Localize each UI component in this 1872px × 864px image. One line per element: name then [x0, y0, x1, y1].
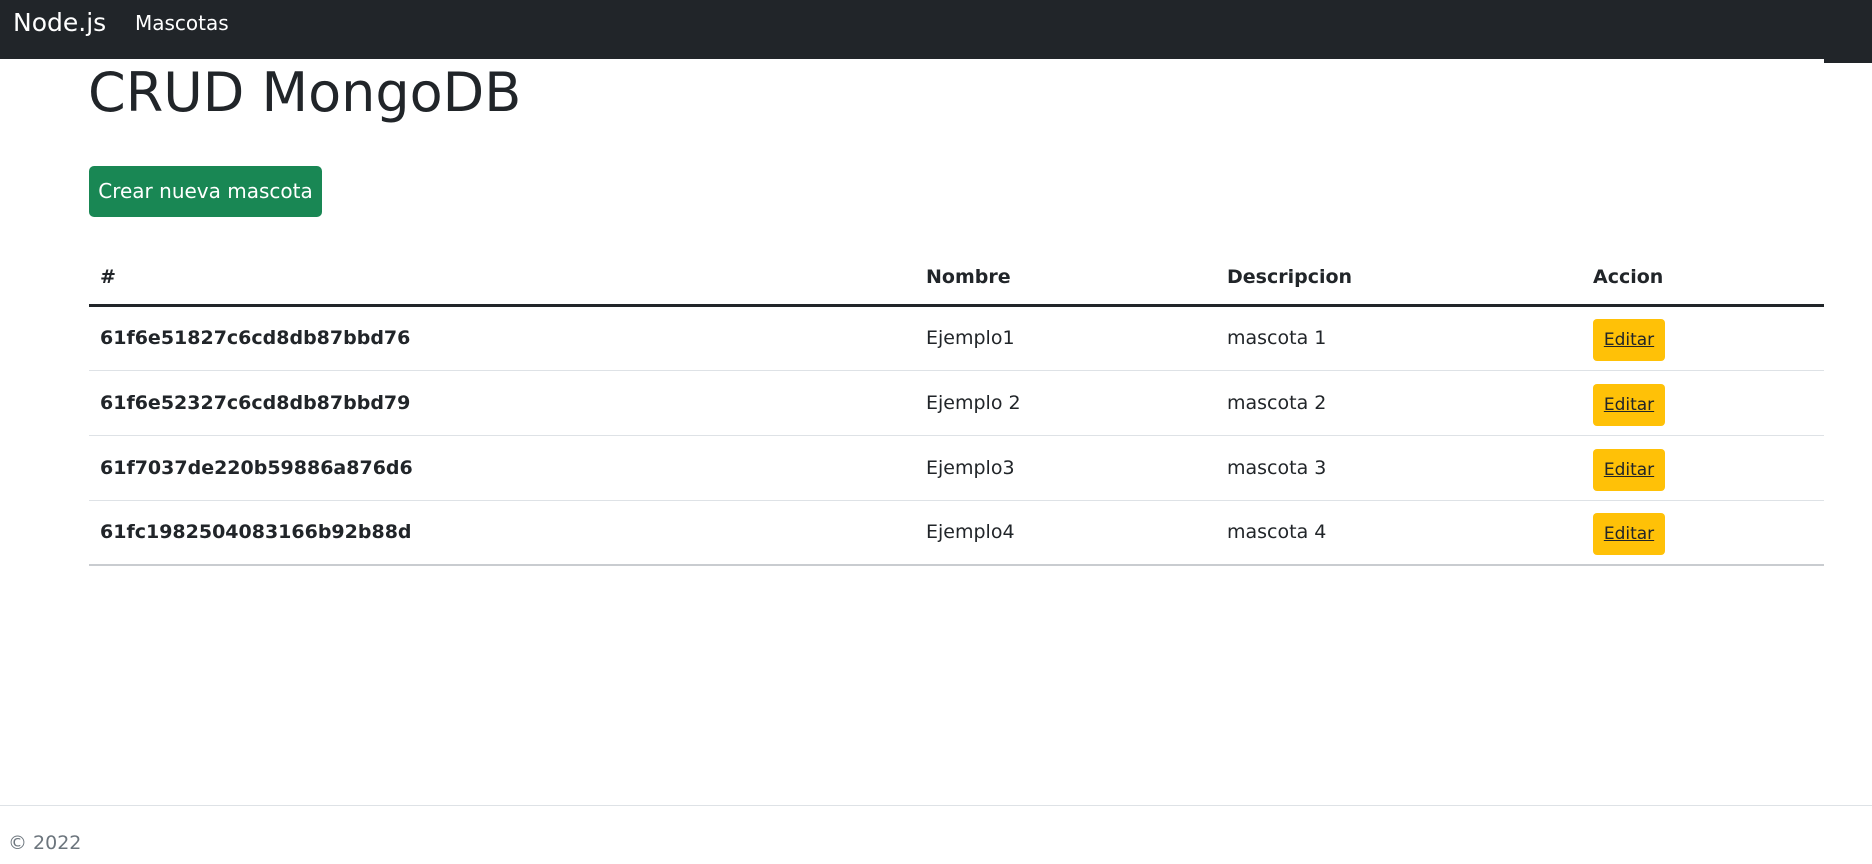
cell-id: 61fc1982504083166b92b88d	[89, 500, 915, 566]
navbar: Node.js Mascotas	[0, 0, 1872, 59]
edit-button[interactable]: Editar	[1593, 448, 1665, 491]
cell-id: 61f6e51827c6cd8db87bbd76	[89, 305, 915, 371]
nav-link-mascotas[interactable]: Mascotas	[135, 9, 229, 37]
cell-accion: Editar	[1582, 305, 1824, 371]
table-row: 61f6e52327c6cd8db87bbd79 Ejemplo 2 masco…	[89, 370, 1824, 436]
edit-button[interactable]: Editar	[1593, 319, 1665, 361]
pets-table-container: # Nombre Descripcion Accion 61f6e51827c6…	[89, 250, 1824, 566]
cell-accion: Editar	[1582, 370, 1824, 436]
cell-descripcion: mascota 4	[1216, 500, 1582, 566]
cell-descripcion: mascota 2	[1216, 370, 1582, 436]
header-nombre: Nombre	[915, 250, 1216, 307]
cell-nombre: Ejemplo3	[915, 435, 1216, 501]
edit-button[interactable]: Editar	[1593, 513, 1665, 556]
pets-table: # Nombre Descripcion Accion 61f6e51827c6…	[89, 250, 1824, 566]
create-pet-button[interactable]: Crear nueva mascota	[89, 166, 322, 217]
page-title: CRUD MongoDB	[88, 61, 522, 124]
navbar-brand-link[interactable]: Node.js	[13, 6, 106, 40]
table-header-row: # Nombre Descripcion Accion	[89, 250, 1824, 307]
cell-id: 61f6e52327c6cd8db87bbd79	[89, 370, 915, 436]
cell-nombre: Ejemplo 2	[915, 370, 1216, 436]
footer-divider	[0, 805, 1872, 806]
header-id: #	[89, 250, 915, 307]
cell-accion: Editar	[1582, 435, 1824, 501]
cell-id: 61f7037de220b59886a876d6	[89, 435, 915, 501]
footer-copyright: © 2022	[8, 832, 82, 854]
cell-descripcion: mascota 1	[1216, 305, 1582, 371]
cell-nombre: Ejemplo4	[915, 500, 1216, 566]
cell-descripcion: mascota 3	[1216, 435, 1582, 501]
table-row: 61f7037de220b59886a876d6 Ejemplo3 mascot…	[89, 435, 1824, 501]
edit-button[interactable]: Editar	[1593, 383, 1665, 426]
header-descripcion: Descripcion	[1216, 250, 1582, 307]
header-accion: Accion	[1582, 250, 1824, 307]
cell-nombre: Ejemplo1	[915, 305, 1216, 371]
table-row: 61fc1982504083166b92b88d Ejemplo4 mascot…	[89, 500, 1824, 566]
navbar-edge	[1824, 59, 1872, 63]
cell-accion: Editar	[1582, 500, 1824, 566]
table-row: 61f6e51827c6cd8db87bbd76 Ejemplo1 mascot…	[89, 305, 1824, 371]
